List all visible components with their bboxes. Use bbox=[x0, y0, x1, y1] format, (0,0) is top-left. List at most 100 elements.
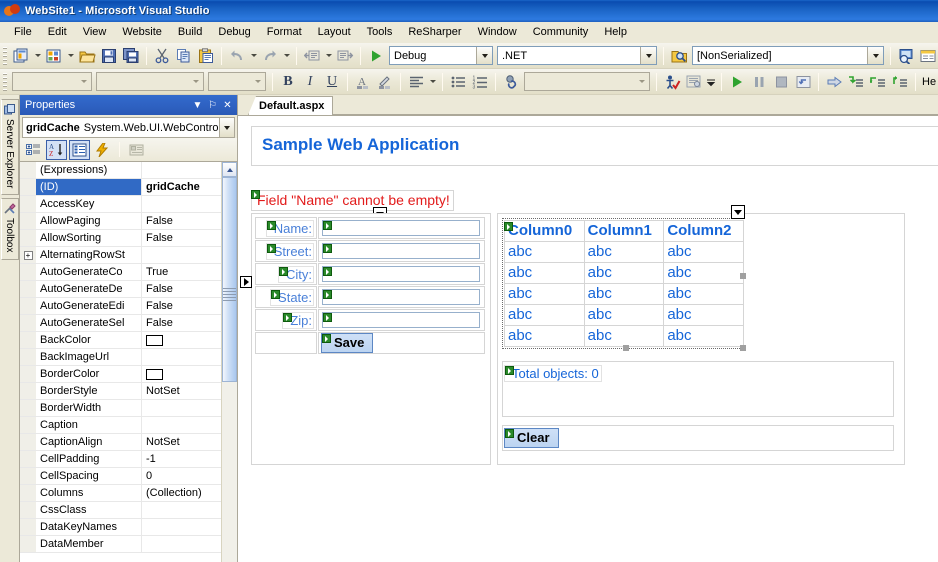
style-combo-chevron-down-icon[interactable] bbox=[635, 73, 649, 90]
properties-object-selector[interactable]: gridCache System.Web.UI.WebContro bbox=[22, 117, 235, 138]
overflow-chevron-icon[interactable] bbox=[705, 71, 717, 93]
configuration-combo-chevron-down-icon[interactable] bbox=[476, 47, 492, 64]
total-objects-label[interactable]: Total objects: 0 bbox=[504, 365, 602, 382]
table-row[interactable]: DataKeyNames bbox=[20, 519, 221, 536]
row-selection-arrow-icon[interactable] bbox=[240, 276, 252, 288]
step-out-icon[interactable] bbox=[889, 71, 911, 93]
step-over-icon[interactable] bbox=[867, 71, 889, 93]
table-row[interactable]: Columns (Collection) bbox=[20, 485, 221, 502]
property-value[interactable]: 0 bbox=[142, 468, 221, 484]
underline-icon[interactable]: U bbox=[321, 71, 343, 93]
property-value[interactable] bbox=[142, 162, 221, 178]
table-row[interactable]: CellPadding -1 bbox=[20, 451, 221, 468]
scroll-up-icon[interactable] bbox=[222, 162, 237, 177]
table-row[interactable]: CssClass bbox=[20, 502, 221, 519]
label-name[interactable]: Name: bbox=[265, 219, 314, 237]
table-row[interactable]: AutoGenerateCo True bbox=[20, 264, 221, 281]
undo-icon[interactable] bbox=[226, 45, 248, 67]
pause-icon[interactable] bbox=[748, 71, 770, 93]
style-sheet-icon[interactable] bbox=[683, 71, 705, 93]
resize-handle-right[interactable] bbox=[740, 273, 746, 280]
show-next-statement-icon[interactable] bbox=[823, 71, 845, 93]
table-row[interactable]: abc abc abc bbox=[504, 304, 744, 326]
gridview-column-header[interactable]: Column2 bbox=[663, 220, 744, 242]
menu-item-help[interactable]: Help bbox=[596, 24, 635, 40]
menu-item-resharper[interactable]: ReSharper bbox=[400, 24, 469, 40]
align-dropdown-icon[interactable] bbox=[427, 71, 438, 93]
menu-item-edit[interactable]: Edit bbox=[40, 24, 75, 40]
table-row[interactable]: + AlternatingRowSt bbox=[20, 247, 221, 264]
label-zip[interactable]: Zip: bbox=[282, 311, 314, 329]
auto-hide-pin-icon[interactable]: ⚐ bbox=[205, 98, 220, 113]
property-value[interactable]: False bbox=[142, 315, 221, 331]
property-value[interactable]: False bbox=[142, 213, 221, 229]
property-value[interactable]: -1 bbox=[142, 451, 221, 467]
property-value[interactable] bbox=[142, 332, 221, 348]
block-format-combo[interactable] bbox=[12, 72, 92, 91]
grid-panel[interactable]: Column0 Column1 Column2 abc abc abc abc … bbox=[497, 205, 905, 465]
property-value[interactable]: False bbox=[142, 281, 221, 297]
label-state[interactable]: State: bbox=[270, 288, 314, 306]
name-field[interactable] bbox=[322, 220, 480, 236]
block-format-chevron-down-icon[interactable] bbox=[77, 73, 91, 90]
paste-icon[interactable] bbox=[195, 45, 217, 67]
categorized-view-icon[interactable] bbox=[23, 140, 44, 160]
table-row[interactable]: CaptionAlign NotSet bbox=[20, 434, 221, 451]
sidebar-tab-server-explorer[interactable]: Server Explorer bbox=[0, 99, 19, 196]
menu-item-window[interactable]: Window bbox=[470, 24, 525, 40]
property-value[interactable]: False bbox=[142, 298, 221, 314]
table-row[interactable]: AccessKey bbox=[20, 196, 221, 213]
numbered-list-icon[interactable]: 123 bbox=[469, 71, 491, 93]
property-value[interactable] bbox=[142, 247, 221, 263]
window-menu-chevron-icon[interactable]: ▼ bbox=[190, 98, 205, 113]
restart-icon[interactable] bbox=[792, 71, 814, 93]
italic-icon[interactable]: I bbox=[299, 71, 321, 93]
table-row[interactable]: BorderWidth bbox=[20, 400, 221, 417]
city-field[interactable] bbox=[322, 266, 480, 282]
platform-combo-chevron-down-icon[interactable] bbox=[640, 47, 656, 64]
table-row[interactable]: AllowPaging False bbox=[20, 213, 221, 230]
property-value[interactable] bbox=[142, 417, 221, 433]
menu-item-community[interactable]: Community bbox=[525, 24, 597, 40]
table-row[interactable]: BorderColor bbox=[20, 366, 221, 383]
label-city[interactable]: City: bbox=[278, 265, 314, 283]
bullet-list-icon[interactable] bbox=[447, 71, 469, 93]
property-value[interactable]: (Collection) bbox=[142, 485, 221, 501]
redo-dropdown-icon[interactable] bbox=[281, 45, 292, 67]
validation-summary-control[interactable]: Field "Name" cannot be empty! bbox=[251, 190, 454, 211]
row-expander[interactable]: + bbox=[20, 247, 36, 263]
table-row[interactable]: Caption bbox=[20, 417, 221, 434]
font-family-chevron-down-icon[interactable] bbox=[189, 73, 203, 90]
label-street[interactable]: Street: bbox=[265, 242, 314, 260]
menu-item-file[interactable]: File bbox=[6, 24, 40, 40]
expand-plus-icon[interactable]: + bbox=[23, 250, 33, 260]
state-field[interactable] bbox=[322, 289, 480, 305]
tab-default-aspx[interactable]: Default.aspx bbox=[248, 96, 334, 115]
scrollbar-thumb[interactable] bbox=[222, 177, 237, 382]
open-file-icon[interactable] bbox=[76, 45, 98, 67]
table-row[interactable]: (Expressions) bbox=[20, 162, 221, 179]
menu-item-view[interactable]: View bbox=[75, 24, 115, 40]
table-row[interactable]: (ID) gridCache bbox=[20, 179, 221, 196]
gridview-control[interactable]: Column0 Column1 Column2 abc abc abc abc … bbox=[502, 205, 746, 351]
navigate-backward-icon[interactable] bbox=[301, 45, 323, 67]
foreground-color-icon[interactable]: A bbox=[352, 71, 374, 93]
stop-icon[interactable] bbox=[770, 71, 792, 93]
properties-scrollbar[interactable] bbox=[221, 162, 237, 562]
properties-window-icon[interactable] bbox=[917, 45, 938, 67]
table-row[interactable]: abc abc abc bbox=[504, 241, 744, 263]
copy-icon[interactable] bbox=[173, 45, 195, 67]
properties-object-chevron-down-icon[interactable] bbox=[219, 118, 234, 137]
property-value[interactable]: NotSet bbox=[142, 434, 221, 450]
property-value[interactable] bbox=[142, 400, 221, 416]
start-icon[interactable] bbox=[726, 71, 748, 93]
property-pages-icon[interactable] bbox=[126, 140, 147, 160]
style-combo[interactable] bbox=[524, 72, 650, 91]
table-row[interactable]: BackColor bbox=[20, 332, 221, 349]
new-item-dropdown-icon[interactable] bbox=[65, 45, 76, 67]
clear-button[interactable]: Clear bbox=[504, 428, 559, 448]
property-value[interactable] bbox=[142, 502, 221, 518]
street-field[interactable] bbox=[322, 243, 480, 259]
property-value[interactable]: gridCache bbox=[142, 179, 221, 195]
table-row[interactable]: abc abc abc bbox=[504, 262, 744, 284]
